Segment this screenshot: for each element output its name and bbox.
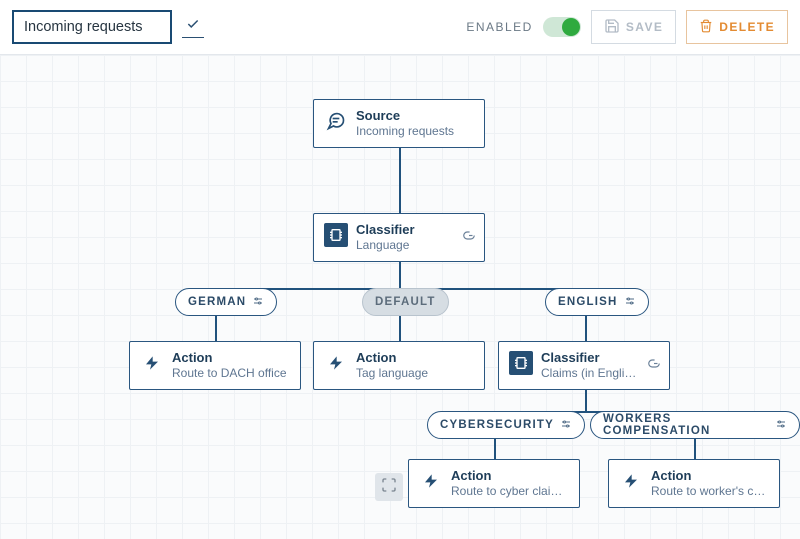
node-classifier-claims[interactable]: Classifier Claims (in English) bbox=[498, 341, 670, 390]
branch-label: CYBERSECURITY bbox=[440, 419, 554, 431]
sliders-icon bbox=[252, 295, 264, 310]
attachment-icon bbox=[462, 228, 476, 247]
connector bbox=[494, 439, 496, 459]
connector bbox=[399, 144, 401, 214]
node-action-tag-language[interactable]: Action Tag language bbox=[313, 341, 485, 390]
node-type-label: Action bbox=[651, 468, 769, 484]
connector bbox=[694, 439, 696, 459]
branch-label: WORKERS COMPENSATION bbox=[603, 413, 769, 437]
connector bbox=[399, 316, 401, 342]
node-action-workers-comp[interactable]: Action Route to worker's comp ... bbox=[608, 459, 780, 508]
sliders-icon bbox=[775, 418, 787, 433]
node-subtitle: Tag language bbox=[356, 366, 428, 381]
source-icon bbox=[324, 109, 348, 133]
branch-german[interactable]: GERMAN bbox=[175, 288, 277, 316]
action-icon bbox=[140, 351, 164, 375]
header-bar: ENABLED SAVE DELETE bbox=[0, 0, 800, 55]
node-subtitle: Route to DACH office bbox=[172, 366, 287, 381]
branch-default[interactable]: DEFAULT bbox=[362, 288, 449, 316]
enabled-toggle[interactable] bbox=[543, 17, 581, 37]
trash-icon bbox=[699, 19, 713, 36]
save-icon bbox=[604, 18, 620, 37]
node-subtitle: Route to cyber claims of... bbox=[451, 484, 569, 499]
save-button-label: SAVE bbox=[626, 20, 663, 34]
delete-button-label: DELETE bbox=[719, 20, 775, 34]
branch-cybersecurity[interactable]: CYBERSECURITY bbox=[427, 411, 585, 439]
node-type-label: Action bbox=[172, 350, 287, 366]
node-type-label: Action bbox=[451, 468, 569, 484]
enabled-label: ENABLED bbox=[466, 20, 533, 34]
node-type-label: Classifier bbox=[356, 222, 415, 238]
action-icon bbox=[324, 351, 348, 375]
sliders-icon bbox=[624, 295, 636, 310]
attachment-icon bbox=[647, 356, 661, 375]
branch-english[interactable]: ENGLISH bbox=[545, 288, 649, 316]
check-icon bbox=[186, 17, 200, 36]
delete-button[interactable]: DELETE bbox=[686, 10, 788, 44]
sliders-icon bbox=[560, 418, 572, 433]
classifier-icon bbox=[509, 351, 533, 375]
fit-to-screen-button[interactable] bbox=[375, 473, 403, 501]
connector bbox=[399, 258, 401, 288]
node-subtitle: Route to worker's comp ... bbox=[651, 484, 769, 499]
node-type-label: Classifier bbox=[541, 350, 641, 366]
classifier-icon bbox=[324, 223, 348, 247]
branch-workers-compensation[interactable]: WORKERS COMPENSATION bbox=[590, 411, 800, 439]
node-action-cyber[interactable]: Action Route to cyber claims of... bbox=[408, 459, 580, 508]
node-classifier-language[interactable]: Classifier Language bbox=[313, 213, 485, 262]
action-icon bbox=[419, 469, 443, 493]
node-subtitle: Incoming requests bbox=[356, 124, 454, 139]
save-button[interactable]: SAVE bbox=[591, 10, 676, 44]
node-type-label: Action bbox=[356, 350, 428, 366]
connector bbox=[585, 316, 587, 342]
workflow-canvas[interactable]: Source Incoming requests Classifier Lang… bbox=[0, 55, 800, 539]
branch-label: ENGLISH bbox=[558, 296, 618, 308]
fit-screen-icon bbox=[381, 477, 397, 498]
connector bbox=[215, 316, 217, 342]
node-type-label: Source bbox=[356, 108, 454, 124]
node-subtitle: Claims (in English) bbox=[541, 366, 641, 381]
node-source[interactable]: Source Incoming requests bbox=[313, 99, 485, 148]
node-action-dach[interactable]: Action Route to DACH office bbox=[129, 341, 301, 390]
page-root: ENABLED SAVE DELETE bbox=[0, 0, 800, 539]
action-icon bbox=[619, 469, 643, 493]
branch-label: GERMAN bbox=[188, 296, 246, 308]
connector bbox=[585, 387, 587, 411]
node-subtitle: Language bbox=[356, 238, 415, 253]
confirm-name-button[interactable] bbox=[182, 16, 204, 38]
workflow-name-input[interactable] bbox=[12, 10, 172, 44]
branch-label: DEFAULT bbox=[375, 296, 436, 308]
